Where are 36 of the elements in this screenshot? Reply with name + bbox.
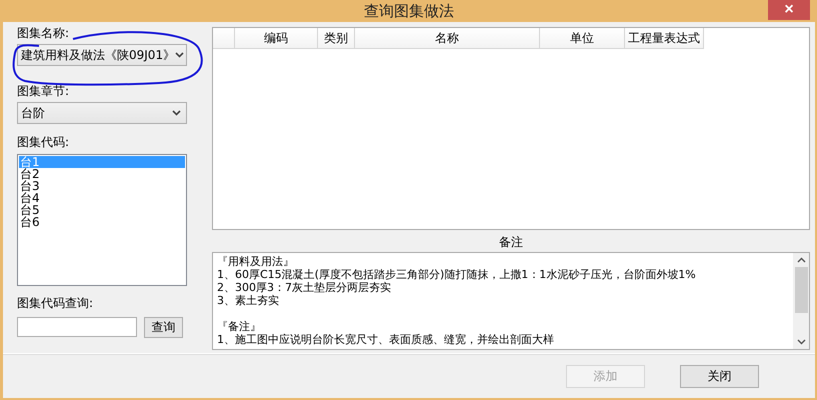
code-list-item[interactable]: 台2 — [19, 168, 185, 180]
query-button[interactable]: 查询 — [144, 317, 183, 338]
window-title: 查询图集做法 — [364, 2, 454, 20]
column-header[interactable]: 编码 — [235, 28, 318, 49]
code-list-item[interactable]: 台4 — [19, 192, 185, 204]
chapter-label: 图集章节: — [17, 83, 70, 99]
chapter-dropdown[interactable]: 台阶 — [17, 102, 187, 124]
code-label: 图集代码: — [17, 134, 70, 150]
code-list-item[interactable]: 台3 — [19, 180, 185, 192]
code-list-item[interactable]: 台5 — [19, 204, 185, 216]
scroll-up-icon[interactable] — [796, 257, 806, 263]
notes-textarea[interactable]: 『用料及用法』 1、60厚C15混凝土(厚度不包括踏步三角部分)随打随抹，上撒1：1水泥砂子压光，台阶面外坡1% 2、300厚3：7灰土垫层分两层夯实 3、素土夯实 『备注』 1、施工图中应说明台阶长宽尺寸、表面质感、缝宽，并绘出剖面大样 — [212, 252, 810, 350]
code-list-item[interactable]: 台6 — [19, 216, 185, 228]
row-header-corner — [213, 28, 235, 49]
atlas-name-label: 图集名称: — [17, 25, 70, 41]
chevron-icon — [172, 110, 181, 116]
scroll-down-icon[interactable] — [796, 339, 806, 345]
notes-label: 备注 — [498, 234, 524, 251]
column-header[interactable]: 工程量表达式 — [625, 28, 704, 49]
column-header[interactable]: 单位 — [540, 28, 625, 49]
notes-heading: 『备注』 — [217, 320, 262, 333]
notes-line: 2、300厚3：7灰土垫层分两层夯实 — [217, 281, 392, 294]
scrollbar[interactable] — [793, 253, 809, 349]
atlas-name-dropdown[interactable]: 建筑用料及做法《陕09J01》 — [17, 44, 187, 66]
dialog-button[interactable]: 关闭 — [680, 364, 759, 388]
chevron-icon — [175, 52, 184, 58]
notes-line: 3、素土夯实 — [217, 294, 280, 307]
code-query-field[interactable] — [17, 317, 137, 337]
code-listbox[interactable]: 台1 台2 台3 台4 台5 台6 — [17, 154, 187, 286]
notes-line: 1、施工图中应说明台阶长宽尺寸、表面质感、缝宽，并绘出剖面大样 — [217, 333, 555, 346]
close-button[interactable]: × — [768, 0, 810, 20]
column-header[interactable]: 名称 — [355, 28, 540, 49]
code-query-label: 图集代码查询: — [17, 295, 94, 311]
notes-line: 1、60厚C15混凝土(厚度不包括踏步三角部分)随打随抹，上撒1：1水泥砂子压光，台阶面外坡1% — [217, 268, 697, 281]
notes-heading: 『用料及用法』 — [217, 255, 295, 268]
column-header[interactable]: 类别 — [318, 28, 355, 49]
